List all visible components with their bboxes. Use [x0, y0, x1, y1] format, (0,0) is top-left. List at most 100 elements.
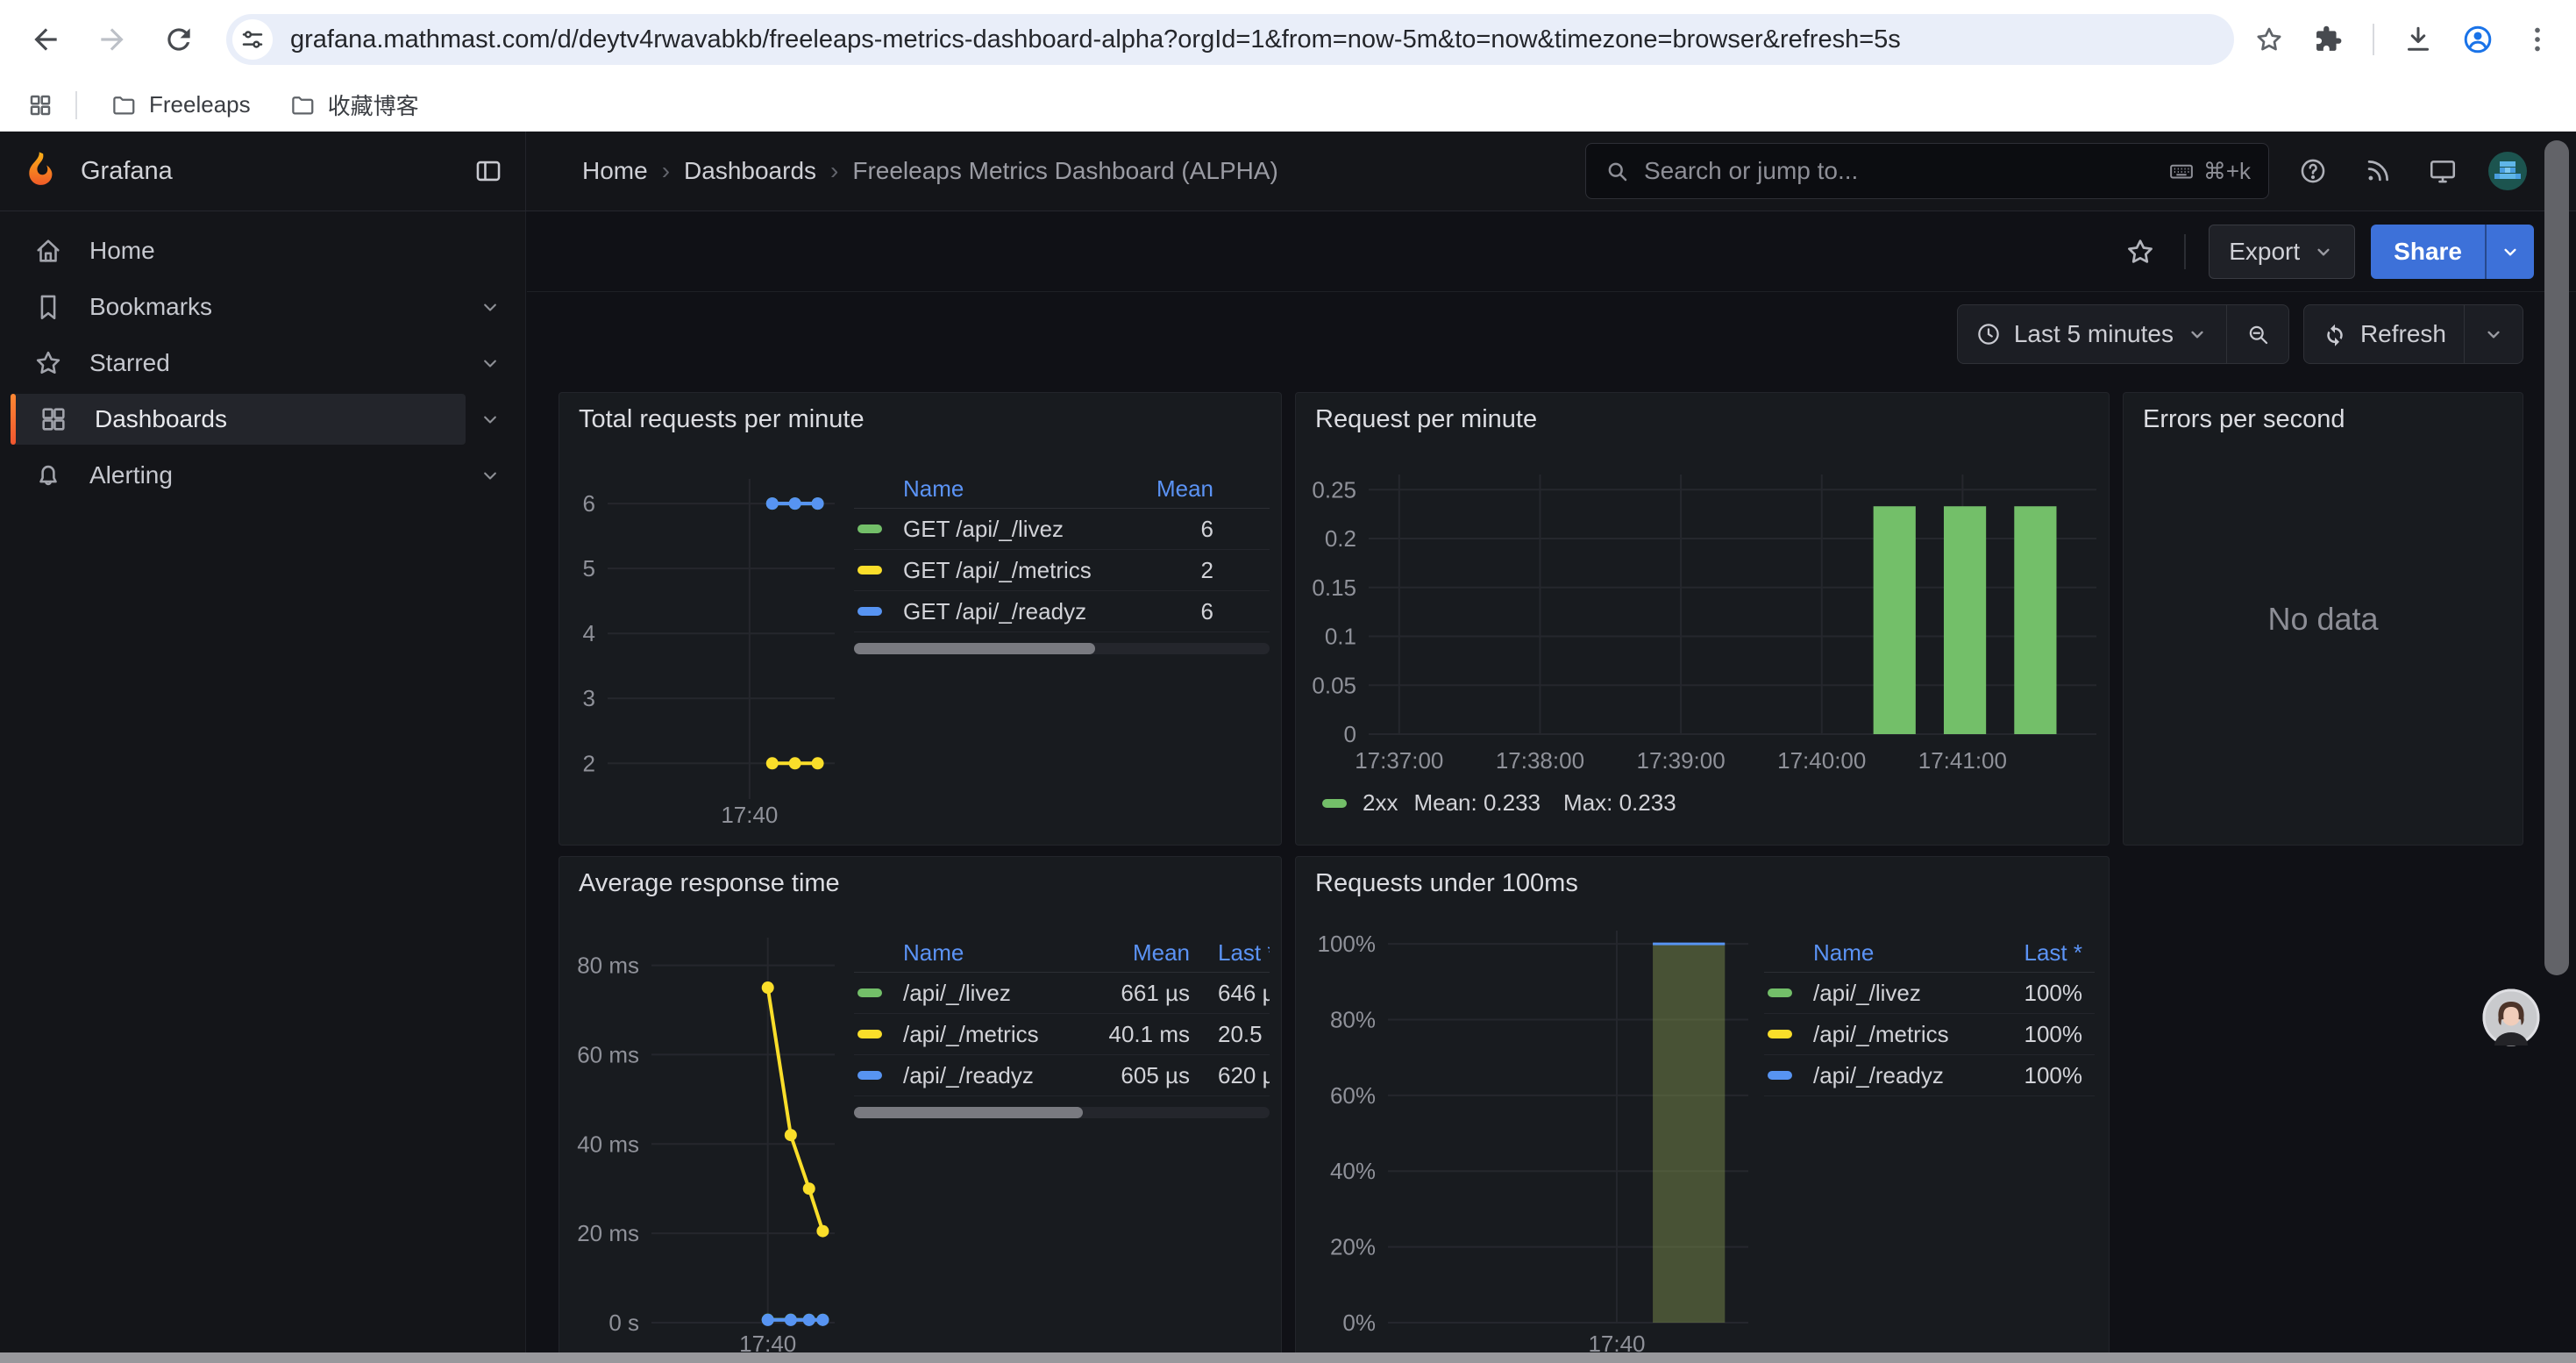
mega-menu-toggle[interactable]	[467, 150, 509, 192]
bar[interactable]	[1944, 506, 1986, 734]
bookmark-folder-1[interactable]: 收藏博客	[274, 82, 435, 128]
sidebar-link-starred[interactable]: Starred	[11, 338, 466, 389]
legend-series-name[interactable]: 2xx	[1363, 789, 1398, 817]
refresh-interval-button[interactable]	[2464, 305, 2523, 363]
legend-column-header[interactable]: Name	[1803, 939, 1986, 967]
share-button[interactable]: Share	[2371, 225, 2485, 279]
data-point[interactable]	[766, 757, 779, 769]
panel-title[interactable]: Request per minute	[1296, 393, 2109, 434]
breadcrumb-item-1[interactable]: Dashboards	[684, 157, 816, 185]
panel-title[interactable]: Requests under 100ms	[1296, 857, 2109, 898]
floating-assistant-avatar[interactable]	[2481, 988, 2541, 1047]
breadcrumb-item-2[interactable]: Freeleaps Metrics Dashboard (ALPHA)	[852, 157, 1278, 185]
data-point[interactable]	[789, 497, 801, 510]
bar[interactable]	[1874, 506, 1916, 734]
sidebar-link-bookmarks[interactable]: Bookmarks	[11, 282, 466, 332]
data-point[interactable]	[785, 1129, 797, 1141]
legend-column-header[interactable]: Name	[893, 475, 1129, 503]
bar[interactable]	[1653, 944, 1725, 1323]
legend-column-header[interactable]: Name	[893, 939, 1073, 967]
search-input[interactable]: Search or jump to... ⌘+k	[1585, 143, 2269, 199]
chart-request-per-minute[interactable]: 0.250.20.150.10.05017:37:0017:38:0017:39…	[1303, 461, 2105, 795]
legend-row[interactable]: GET /api/_/metrics2	[854, 550, 1270, 591]
data-point[interactable]	[789, 757, 801, 769]
data-point[interactable]	[803, 1182, 815, 1195]
news-button[interactable]	[2359, 152, 2397, 190]
legend-row[interactable]: /api/_/metrics40.1 ms20.5 ms	[854, 1014, 1270, 1055]
browser-back-button[interactable]	[25, 18, 67, 61]
page-scrollbar[interactable]	[2544, 140, 2569, 975]
data-point[interactable]	[766, 497, 779, 510]
series-color-pill[interactable]	[1322, 799, 1347, 808]
legend-h-scrollbar[interactable]	[854, 643, 1270, 654]
panel-title[interactable]: Total requests per minute	[559, 393, 1281, 434]
panel-title[interactable]: Average response time	[559, 857, 1281, 898]
favorite-dashboard-button[interactable]	[2119, 231, 2161, 273]
grafana-logo[interactable]	[23, 152, 61, 190]
apps-button[interactable]	[21, 86, 60, 125]
time-range-picker[interactable]: Last 5 minutes	[1958, 305, 2226, 363]
y-tick-label: 5	[583, 555, 595, 582]
legend-row[interactable]: /api/_/metrics100%	[1764, 1014, 2095, 1055]
legend-h-scrollbar[interactable]	[854, 1107, 1270, 1118]
url-text[interactable]: grafana.mathmast.com/d/deytv4rwavabkb/fr…	[290, 25, 2213, 54]
data-point[interactable]	[816, 1225, 829, 1238]
breadcrumb-item-0[interactable]: Home	[582, 157, 648, 185]
legend-row[interactable]: /api/_/readyz605 µs620 µs	[854, 1055, 1270, 1096]
sidebar-expand-button[interactable]	[466, 282, 515, 332]
site-settings-chip[interactable]	[232, 19, 273, 60]
legend-column-header[interactable]: Last *	[1986, 939, 2082, 967]
kiosk-mode-button[interactable]	[2423, 152, 2462, 190]
chevron-down-icon	[478, 295, 502, 319]
y-tick-label: 0.15	[1312, 574, 1356, 601]
legend-row[interactable]: GET /api/_/readyz6	[854, 591, 1270, 632]
menu-dots-icon[interactable]	[2522, 24, 2553, 55]
browser-forward-button[interactable]	[91, 18, 133, 61]
user-avatar[interactable]	[2488, 152, 2527, 190]
sidebar-expand-button[interactable]	[466, 450, 515, 501]
no-data-message: No data	[2124, 393, 2523, 845]
y-tick-label: 40%	[1330, 1158, 1376, 1184]
data-point[interactable]	[762, 981, 774, 994]
zoom-out-button[interactable]	[2226, 305, 2288, 363]
series-line[interactable]	[768, 988, 823, 1231]
legend-row[interactable]: /api/_/readyz100%	[1764, 1055, 2095, 1096]
share-menu-button[interactable]	[2485, 225, 2534, 279]
refresh-button[interactable]: Refresh	[2304, 305, 2464, 363]
legend-column-header[interactable]: Last *	[1190, 939, 1270, 967]
legend-row[interactable]: GET /api/_/livez6	[854, 509, 1270, 550]
data-point[interactable]	[762, 1314, 774, 1326]
y-tick-label: 80 ms	[577, 953, 639, 979]
data-point[interactable]	[803, 1314, 815, 1326]
help-button[interactable]	[2294, 152, 2332, 190]
bookmark-folder-0[interactable]: Freeleaps	[95, 84, 267, 125]
browser-reload-button[interactable]	[158, 18, 200, 61]
legend-column-header[interactable]: Mean	[1129, 475, 1213, 503]
data-point[interactable]	[812, 757, 824, 769]
chart-total-requests[interactable]: 6543217:40	[566, 461, 865, 838]
panel-average-response-time: Average response time 80 ms60 ms40 ms20 …	[559, 856, 1282, 1352]
extensions-icon[interactable]	[2313, 24, 2345, 55]
sidebar-expand-button[interactable]	[466, 394, 515, 445]
download-icon[interactable]	[2402, 24, 2434, 55]
legend-row[interactable]: /api/_/livez100%	[1764, 973, 2095, 1014]
data-point[interactable]	[785, 1314, 797, 1326]
sidebar-link-home[interactable]: Home	[11, 225, 515, 276]
sidebar-link-dashboards[interactable]: Dashboards	[11, 394, 466, 445]
star-icon	[2124, 236, 2156, 268]
profile-icon[interactable]	[2462, 24, 2494, 55]
chart-average-response-time[interactable]: 80 ms60 ms40 ms20 ms0 s17:40	[566, 925, 865, 1352]
bar[interactable]	[2014, 506, 2056, 734]
sidebar-expand-button[interactable]	[466, 338, 515, 389]
share-label: Share	[2394, 238, 2462, 266]
bookmark-star-icon[interactable]	[2253, 24, 2285, 55]
chart-requests-under-100ms[interactable]: 100%80%60%40%20%0%17:40	[1303, 925, 1794, 1352]
legend-column-header[interactable]: Mean	[1073, 939, 1190, 967]
sidebar-link-alerting[interactable]: Alerting	[11, 450, 466, 501]
address-bar[interactable]: grafana.mathmast.com/d/deytv4rwavabkb/fr…	[226, 14, 2234, 65]
legend-row[interactable]: /api/_/livez661 µs646 µs	[854, 973, 1270, 1014]
data-point[interactable]	[816, 1314, 829, 1326]
legend-cell: GET /api/_/livez	[893, 516, 1129, 543]
data-point[interactable]	[812, 497, 824, 510]
export-button[interactable]: Export	[2209, 225, 2355, 279]
